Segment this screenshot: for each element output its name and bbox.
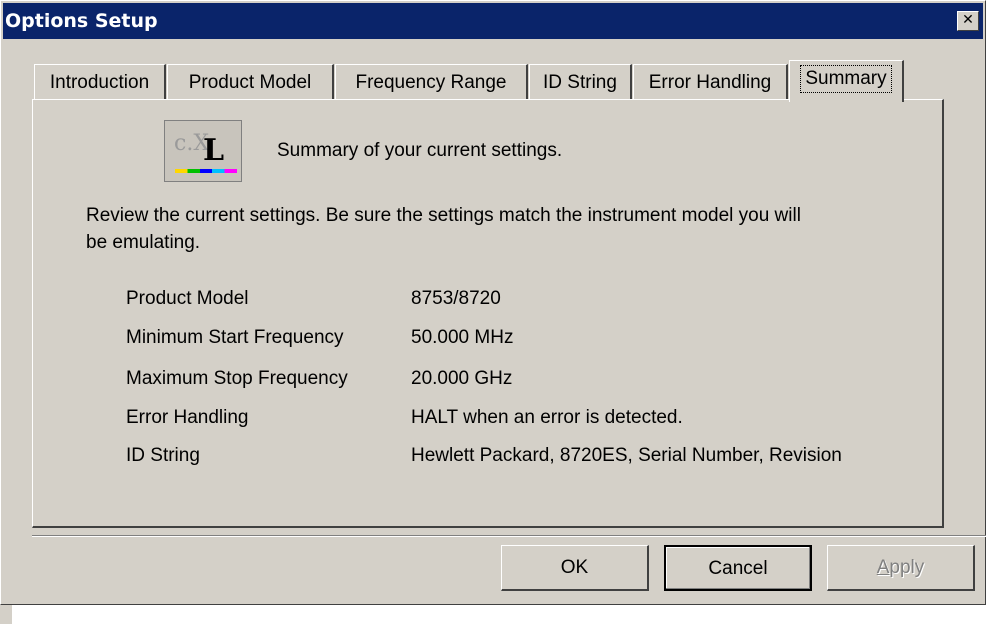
apply-button[interactable]: Apply <box>827 545 975 591</box>
apply-label-rest: pply <box>889 557 925 578</box>
tab-product-model[interactable]: Product Model <box>167 64 334 100</box>
close-icon[interactable]: ✕ <box>957 11 979 31</box>
setting-value-error-handling: HALT when an error is detected. <box>411 407 683 428</box>
setting-value-max-stop-frequency: 20.000 GHz <box>411 368 513 389</box>
setting-label-min-start-frequency: Minimum Start Frequency <box>126 327 344 348</box>
logo-text-right: L <box>203 133 225 168</box>
tab-label: Summary <box>800 65 892 93</box>
description-line-2: be emulating. <box>86 232 201 253</box>
setting-value-product-model: 8753/8720 <box>411 288 501 309</box>
tab-summary[interactable]: Summary <box>789 60 904 102</box>
ok-button[interactable]: OK <box>501 545 649 591</box>
tab-introduction[interactable]: Introduction <box>34 64 166 100</box>
setting-value-id-string: Hewlett Packard, 8720ES, Serial Number, … <box>411 445 842 466</box>
tab-error-handling[interactable]: Error Handling <box>633 64 788 100</box>
tab-label: Introduction <box>49 72 150 93</box>
setting-label-max-stop-frequency: Maximum Stop Frequency <box>126 368 348 389</box>
setting-label-product-model: Product Model <box>126 288 249 309</box>
logo-color-bar <box>175 169 237 173</box>
setting-label-id-string: ID String <box>126 445 200 466</box>
tab-label: Product Model <box>188 72 312 93</box>
window-edge <box>0 605 12 624</box>
tab-frequency-range[interactable]: Frequency Range <box>335 64 528 100</box>
tab-label: ID String <box>543 72 617 93</box>
cxl-logo-icon: c.X L <box>164 120 242 182</box>
summary-heading: Summary of your current settings. <box>277 140 563 161</box>
button-separator <box>32 535 986 537</box>
cancel-button[interactable]: Cancel <box>664 545 812 591</box>
tab-id-string[interactable]: ID String <box>529 64 632 100</box>
tab-label: Frequency Range <box>355 72 507 93</box>
description-line-1: Review the current settings. Be sure the… <box>86 205 801 226</box>
window-title: Options Setup <box>5 10 158 32</box>
tab-label: Error Handling <box>648 72 772 93</box>
title-bar: Options Setup ✕ <box>3 3 983 39</box>
setting-label-error-handling: Error Handling <box>126 407 249 428</box>
apply-mnemonic: A <box>876 557 890 578</box>
setting-value-min-start-frequency: 50.000 MHz <box>411 327 514 348</box>
